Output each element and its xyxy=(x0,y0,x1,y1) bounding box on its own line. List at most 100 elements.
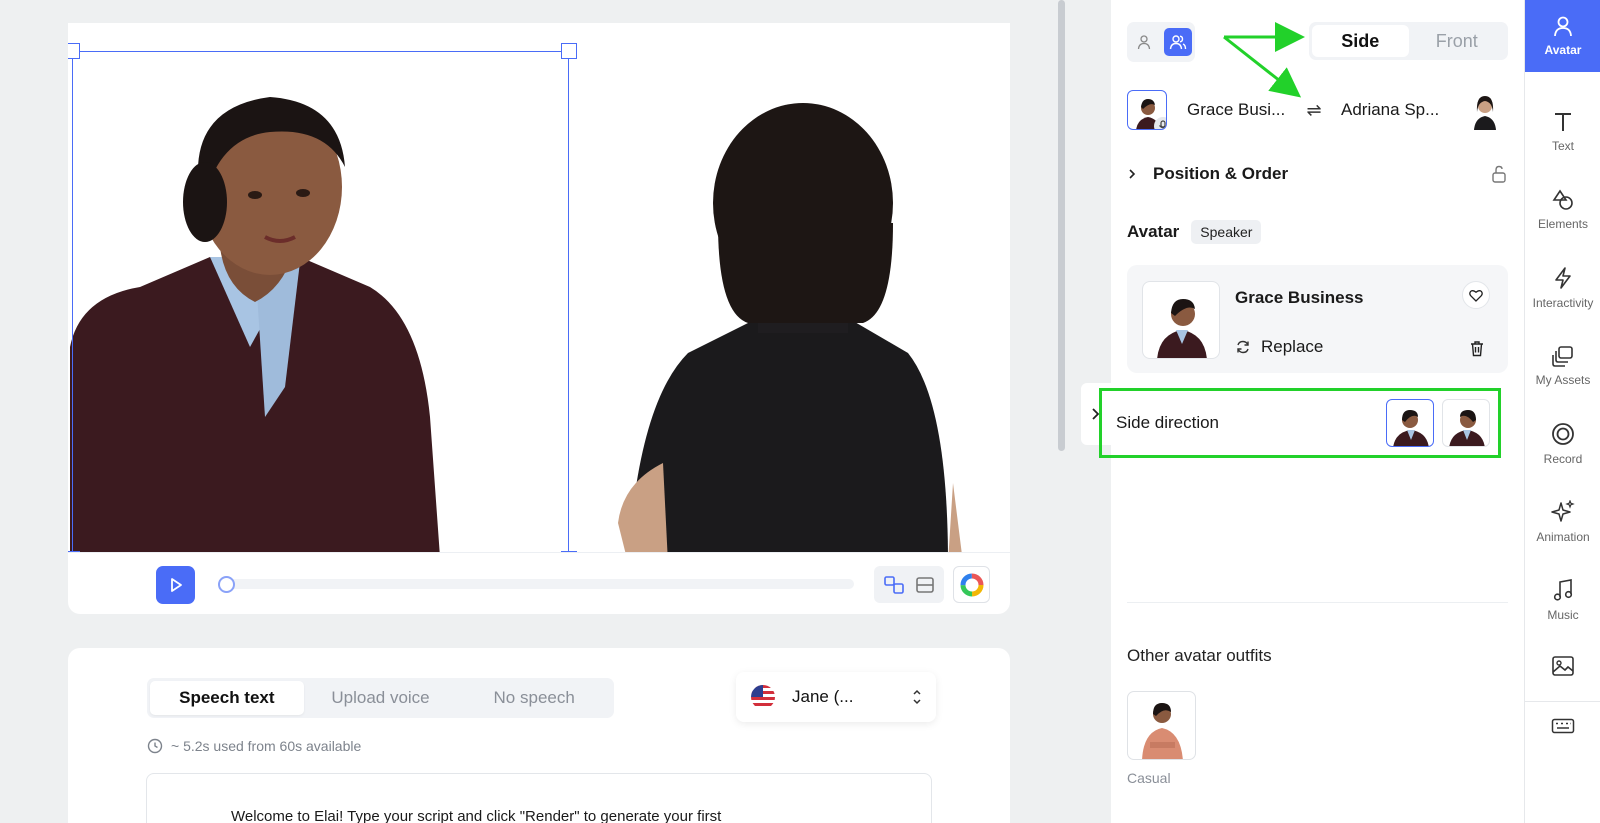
rail-avatar[interactable]: Avatar xyxy=(1525,0,1600,72)
replace-button[interactable]: Replace xyxy=(1235,337,1323,357)
music-icon xyxy=(1553,579,1573,601)
voice-select[interactable]: Jane (... xyxy=(736,672,936,722)
replace-label: Replace xyxy=(1261,337,1324,356)
rail-music[interactable]: Music xyxy=(1525,564,1600,636)
avatar-name: Grace Business xyxy=(1235,288,1364,307)
speaker-chip: Speaker xyxy=(1191,220,1262,244)
voice-name: Jane (... xyxy=(792,687,854,706)
usage-info: ~ 5.2s used from 60s available xyxy=(147,738,361,754)
favorite-button[interactable] xyxy=(1462,281,1490,309)
rail-label: Elements xyxy=(1537,217,1589,231)
tab-no-speech[interactable]: No speech xyxy=(457,681,611,715)
selection-box[interactable] xyxy=(68,43,577,552)
tab-front[interactable]: Front xyxy=(1409,25,1506,57)
script-card: Speech text Upload voice No speech Jane … xyxy=(68,648,1010,823)
section-title: Position & Order xyxy=(1153,164,1289,183)
text-icon xyxy=(1555,113,1571,131)
trash-icon xyxy=(1471,340,1483,356)
rail-label: Record xyxy=(1543,452,1583,466)
color-wheel-icon xyxy=(960,573,983,596)
avatar-header: Avatar Speaker xyxy=(1127,220,1262,244)
person-icon xyxy=(1554,16,1572,37)
unlock-icon[interactable] xyxy=(1490,164,1508,184)
script-input[interactable]: Welcome to Elai! Type your script and cl… xyxy=(146,773,932,823)
video-canvas[interactable] xyxy=(68,23,1010,552)
bolt-icon xyxy=(1555,267,1571,289)
outfit-casual[interactable] xyxy=(1127,691,1196,760)
record-icon xyxy=(1552,423,1574,445)
play-icon xyxy=(170,578,182,592)
rail-animation[interactable]: Animation xyxy=(1525,486,1600,558)
chevron-right-icon xyxy=(1129,169,1136,179)
side-layout-button[interactable] xyxy=(881,572,907,598)
refresh-icon xyxy=(1237,340,1249,354)
us-flag-icon xyxy=(751,685,775,709)
resize-handle-tr[interactable] xyxy=(561,43,577,59)
right-avatar-thumb[interactable] xyxy=(1465,90,1505,130)
left-avatar-thumb[interactable] xyxy=(1127,90,1167,130)
speech-tabs: Speech text Upload voice No speech xyxy=(147,678,614,718)
rail-label: My Assets xyxy=(1535,373,1591,387)
avatar-card: Grace Business Replace xyxy=(1127,265,1508,373)
progress-track[interactable] xyxy=(218,579,854,589)
clock-icon xyxy=(147,738,163,754)
play-button[interactable] xyxy=(156,566,195,604)
rail-record[interactable]: Record xyxy=(1525,408,1600,480)
avatar-pair: Grace Busi... ⇌ Adriana Sp... xyxy=(1127,90,1508,130)
rail-label: Animation xyxy=(1536,530,1590,544)
rail-my-assets[interactable]: My Assets xyxy=(1525,330,1600,402)
layout-toggle xyxy=(874,566,944,603)
sparkle-icon xyxy=(1551,500,1575,522)
keyboard-icon xyxy=(1551,718,1575,734)
tab-side[interactable]: Side xyxy=(1312,25,1409,57)
tab-upload-voice[interactable]: Upload voice xyxy=(304,681,458,715)
people-icon xyxy=(1169,35,1187,50)
side-layout-icon xyxy=(883,575,904,594)
shapes-icon xyxy=(1552,189,1573,210)
rail-keyboard[interactable] xyxy=(1525,690,1600,762)
multi-avatar-button[interactable] xyxy=(1164,28,1192,56)
avatar-adriana[interactable] xyxy=(608,103,968,552)
outfit-label: Casual xyxy=(1127,770,1171,786)
heart-icon xyxy=(1469,289,1483,302)
color-picker-button[interactable] xyxy=(953,566,990,603)
person-icon xyxy=(1137,35,1151,50)
tool-rail: Avatar Text Elements Interactivity My As… xyxy=(1524,0,1600,823)
rail-text[interactable]: Text xyxy=(1525,96,1600,168)
other-outfits-heading: Other avatar outfits xyxy=(1127,646,1272,665)
usage-text: ~ 5.2s used from 60s available xyxy=(171,738,362,754)
rail-interactivity[interactable]: Interactivity xyxy=(1525,252,1600,324)
side-direction-label: Side direction xyxy=(1116,413,1220,432)
avatar-thumbnail xyxy=(1142,281,1220,359)
resize-handle-tl[interactable] xyxy=(68,43,80,59)
image-icon xyxy=(1552,655,1574,676)
avatar-heading: Avatar xyxy=(1127,222,1180,241)
properties-panel: Side Front Grace Busi... ⇌ Adriana Sp...… xyxy=(1099,0,1524,823)
updown-chevron-icon xyxy=(913,689,921,705)
swap-icon[interactable]: ⇌ xyxy=(1301,100,1327,121)
progress-knob[interactable] xyxy=(218,576,235,593)
left-avatar-name: Grace Busi... xyxy=(1187,100,1286,119)
delete-button[interactable] xyxy=(1466,337,1488,359)
single-avatar-button[interactable] xyxy=(1130,28,1158,56)
view-toggle: Side Front xyxy=(1309,22,1508,60)
rail-label: Music xyxy=(1547,608,1579,622)
side-direction-row: Side direction xyxy=(1099,388,1501,458)
canvas-scrollbar[interactable] xyxy=(1058,0,1065,451)
tab-speech-text[interactable]: Speech text xyxy=(150,681,304,715)
direction-left-option[interactable] xyxy=(1386,399,1434,447)
assets-icon xyxy=(1552,346,1573,367)
right-avatar-name: Adriana Sp... xyxy=(1341,100,1440,119)
rail-elements[interactable]: Elements xyxy=(1525,174,1600,246)
direction-right-option[interactable] xyxy=(1442,399,1490,447)
rail-label: Text xyxy=(1551,139,1574,153)
mic-icon xyxy=(1154,117,1166,129)
stack-layout-button[interactable] xyxy=(912,572,938,598)
script-text: Welcome to Elai! Type your script and cl… xyxy=(231,808,722,823)
player-bar xyxy=(68,552,1010,614)
avatar-count-toggle xyxy=(1127,22,1195,62)
rail-label: Interactivity xyxy=(1532,296,1594,310)
position-order-section[interactable]: Position & Order xyxy=(1127,160,1508,188)
stack-layout-icon xyxy=(915,576,934,593)
divider xyxy=(1127,602,1508,603)
